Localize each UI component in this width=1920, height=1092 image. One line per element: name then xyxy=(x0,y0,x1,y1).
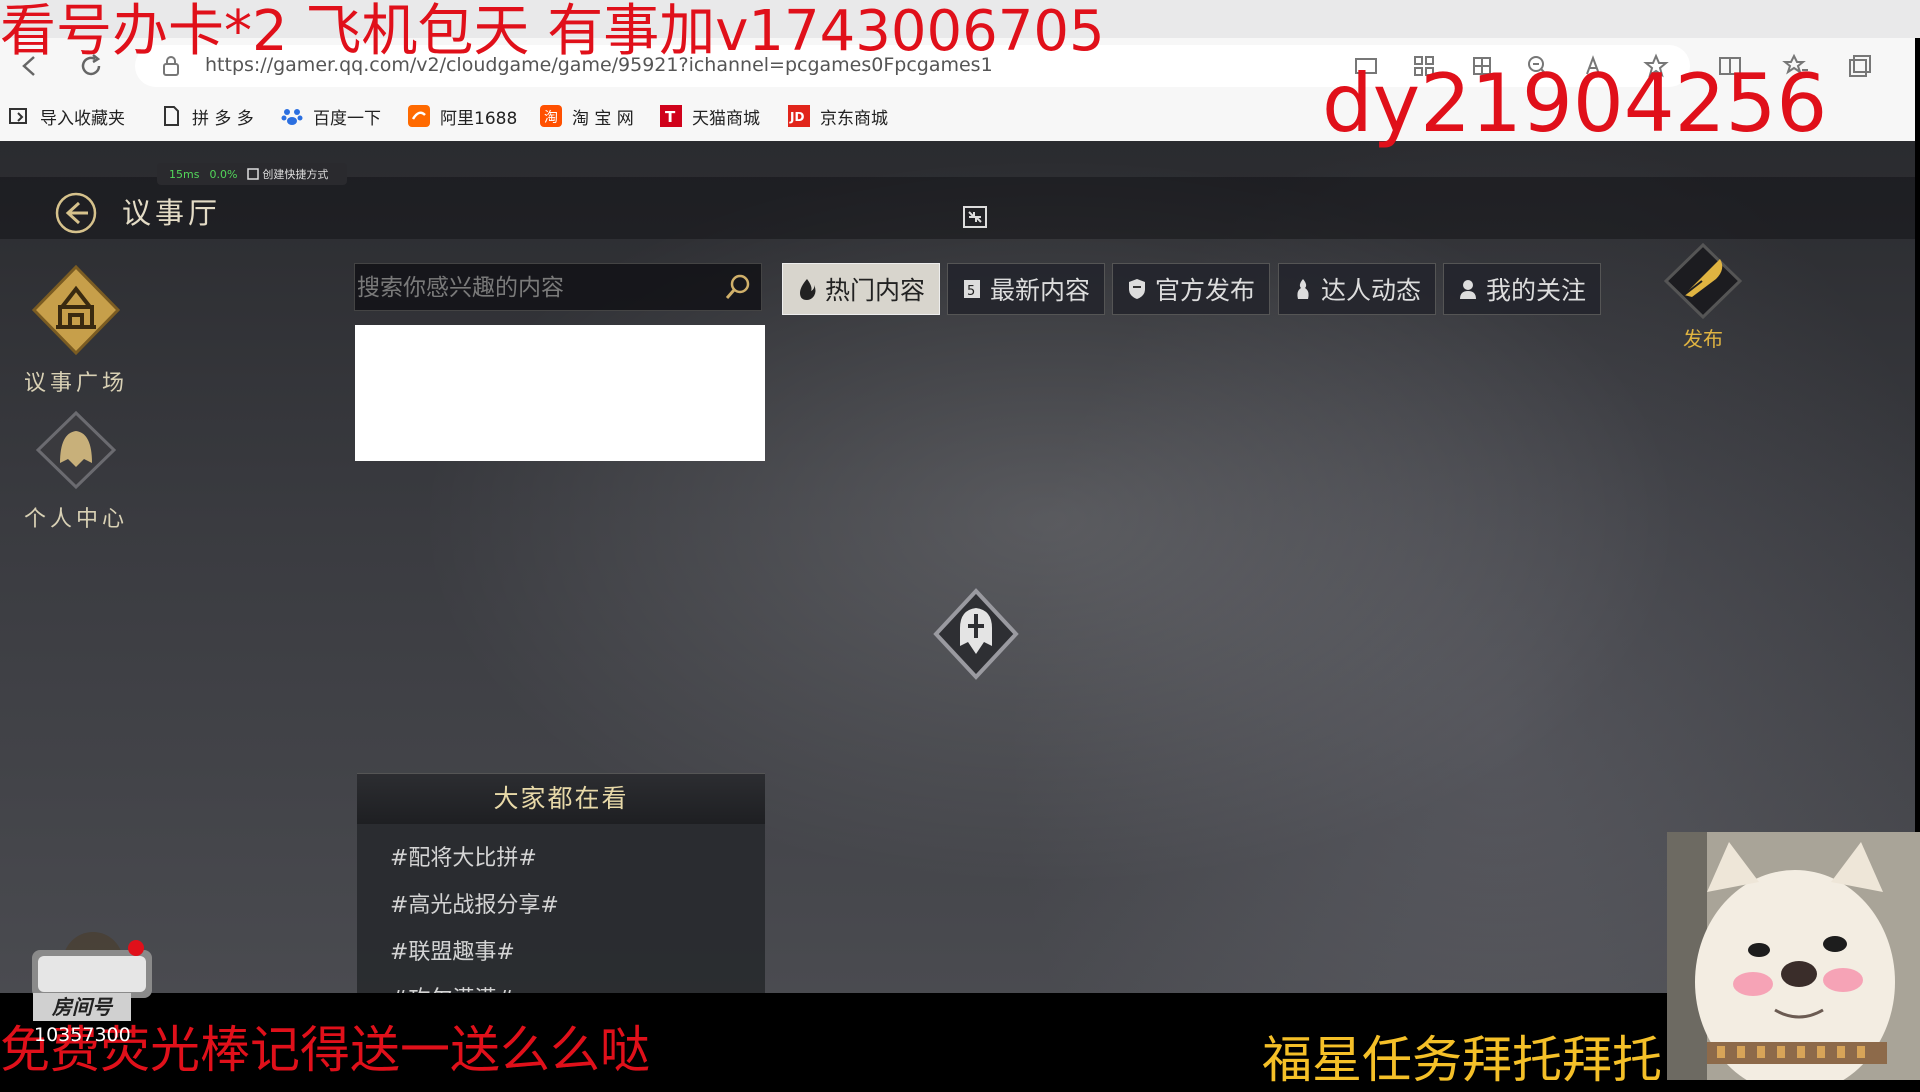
trending-topic[interactable]: #联盟趣事# xyxy=(390,934,515,966)
bookmark-label: 导入收藏夹 xyxy=(40,108,125,129)
trending-panel: 大家都在看 #配将大比拼# #高光战报分享# #联盟趣事# #攻尔满满# xyxy=(357,773,765,993)
tab-experts[interactable]: 达人动态 xyxy=(1278,263,1436,315)
shortcut-icon xyxy=(247,168,260,180)
search-input[interactable] xyxy=(355,264,719,312)
hall-icon xyxy=(31,264,121,356)
connection-stats: 15ms 0.0% 创建快捷方式 xyxy=(157,163,347,185)
sidebar-item-label: 议事广场 xyxy=(23,371,128,396)
loading-emblem-icon xyxy=(933,588,1019,680)
svg-text:5: 5 xyxy=(967,284,975,299)
bookmark-jd[interactable]: JD 京东商城 xyxy=(788,103,888,129)
webcam-overlay xyxy=(1667,832,1920,1080)
tab-label: 达人动态 xyxy=(1320,276,1421,305)
bookmark-tmall[interactable]: T 天猫商城 xyxy=(660,103,760,129)
back-arrow-icon[interactable] xyxy=(54,191,98,235)
svg-text:JD: JD xyxy=(789,110,804,124)
tab-following[interactable]: 我的关注 xyxy=(1443,263,1601,315)
svg-text:T: T xyxy=(665,108,676,126)
dog-webcam-image xyxy=(1667,832,1920,1080)
exit-fullscreen-icon[interactable] xyxy=(962,205,988,229)
collections-icon[interactable] xyxy=(1846,52,1874,80)
shortcut-label: 创建快捷方式 xyxy=(262,168,329,181)
helmet-icon xyxy=(35,410,117,490)
tab-label: 热门内容 xyxy=(824,276,925,305)
search-box[interactable] xyxy=(354,263,762,312)
follow-icon xyxy=(1459,280,1476,299)
trending-topic[interactable]: #配将大比拼# xyxy=(390,840,537,872)
bookmark-label: 京东商城 xyxy=(820,108,888,129)
bookmark-taobao[interactable]: 淘 淘 宝 网 xyxy=(540,103,634,129)
latency-readout: 15ms xyxy=(169,167,200,181)
sidebar-item-plaza[interactable]: 议事广场 xyxy=(11,264,141,397)
jd-icon: JD xyxy=(788,105,810,127)
bookmark-label: 天猫商城 xyxy=(692,108,760,129)
bookmark-label: 百度一下 xyxy=(313,108,381,129)
import-icon xyxy=(9,108,27,124)
tab-label: 官方发布 xyxy=(1154,276,1255,305)
room-label: 房间号 xyxy=(33,993,131,1021)
tab-latest[interactable]: 5 最新内容 xyxy=(947,263,1105,315)
bookmark-label: 淘 宝 网 xyxy=(572,108,634,129)
tmall-icon: T xyxy=(660,105,682,127)
sidebar-item-profile[interactable]: 个人中心 xyxy=(11,409,141,533)
overlay-bottom-right-text: 福星任务拜托拜托 xyxy=(1262,1031,1662,1089)
trending-title: 大家都在看 xyxy=(357,774,765,824)
tab-label: 最新内容 xyxy=(989,276,1090,305)
game-header-bar xyxy=(0,177,1915,239)
publish-button[interactable]: 发布 xyxy=(1662,241,1744,352)
flame-person-icon xyxy=(1297,279,1309,299)
tab-label: 我的关注 xyxy=(1485,276,1586,305)
svg-text:淘: 淘 xyxy=(544,110,558,126)
new-icon: 5 xyxy=(963,280,980,299)
packet-loss-readout: 0.0% xyxy=(209,167,238,181)
banner-placeholder[interactable] xyxy=(355,325,765,461)
publish-label: 发布 xyxy=(1683,327,1723,351)
bookmark-baidu[interactable]: 百度一下 xyxy=(281,103,381,129)
bookmark-pinduoduo[interactable]: 拼 多 多 xyxy=(160,103,254,129)
tab-official[interactable]: 官方发布 xyxy=(1112,263,1270,315)
bookmark-label: 拼 多 多 xyxy=(192,108,254,129)
trending-topic[interactable]: #高光战报分享# xyxy=(390,887,559,919)
baidu-paw-icon xyxy=(281,109,303,125)
taobao-icon: 淘 xyxy=(540,105,562,127)
page-title: 议事厅 xyxy=(122,196,222,230)
cloud-game-viewport[interactable]: 15ms 0.0% 创建快捷方式 议事厅 议事广场 个人中心 搜索你感兴趣的内容… xyxy=(0,141,1915,993)
page-icon xyxy=(164,106,179,126)
alibaba-icon xyxy=(408,105,430,127)
room-number: 10357300 xyxy=(34,1024,131,1046)
overlay-top-left-text: 看号办卡*2 飞机包天 有事加v1743006705 xyxy=(0,0,1105,64)
bookmark-1688[interactable]: 阿里1688 xyxy=(408,103,517,129)
quill-icon xyxy=(1663,242,1743,320)
search-icon[interactable] xyxy=(723,272,753,302)
bookmark-label: 阿里1688 xyxy=(440,108,518,129)
create-shortcut-button[interactable]: 创建快捷方式 xyxy=(247,166,328,182)
trending-topic[interactable]: #攻尔满满# xyxy=(390,981,515,993)
tab-hot[interactable]: 热门内容 xyxy=(782,263,940,315)
sidebar-item-label: 个人中心 xyxy=(23,507,128,532)
shield-icon xyxy=(1128,279,1145,299)
fire-icon xyxy=(799,279,816,300)
overlay-top-right-text: dy21904256 xyxy=(1322,57,1828,150)
bookmark-import[interactable]: 导入收藏夹 xyxy=(8,103,125,129)
